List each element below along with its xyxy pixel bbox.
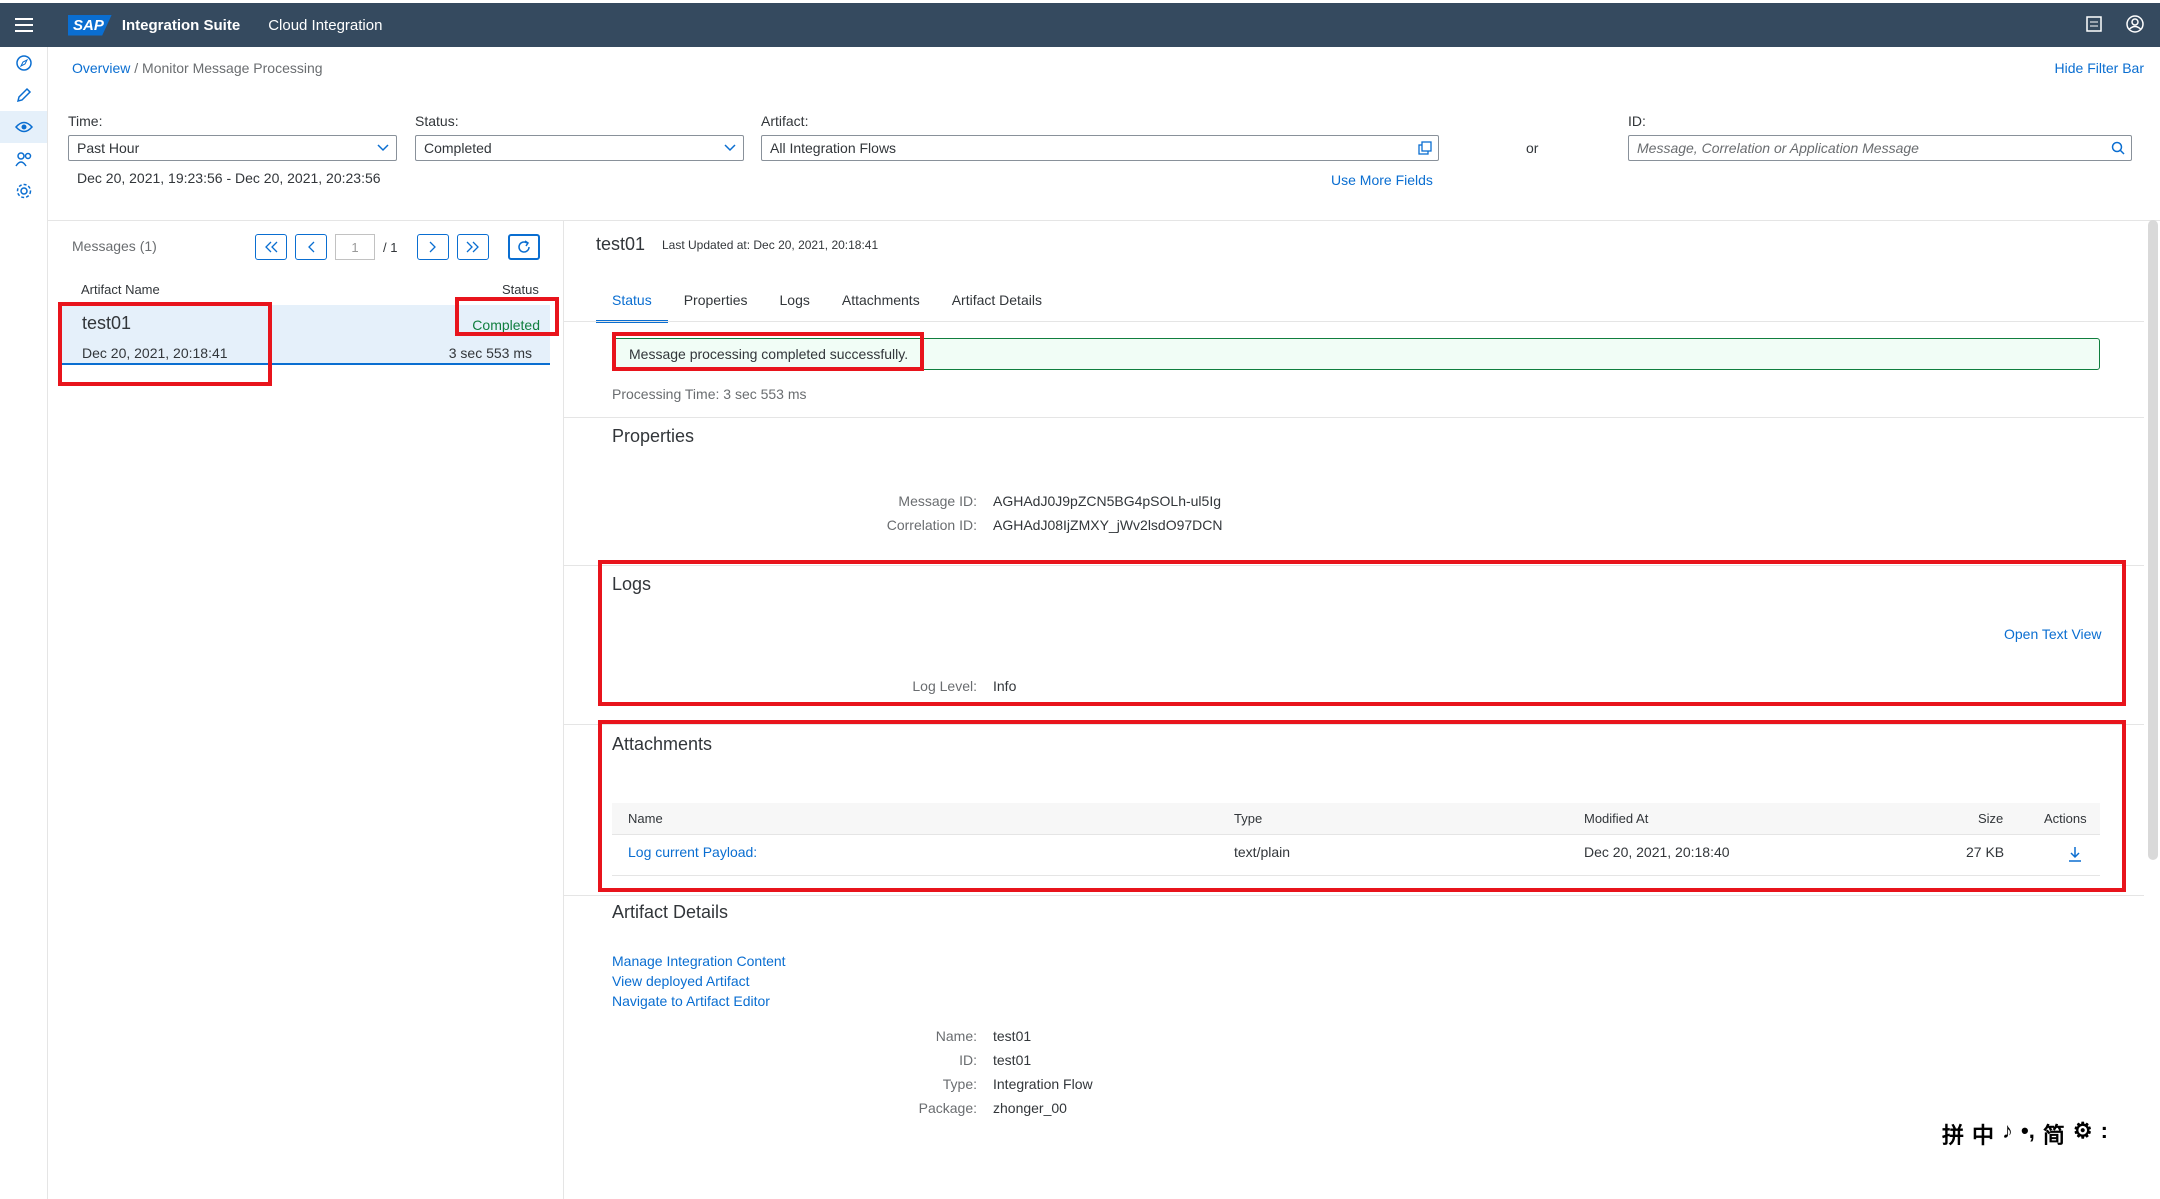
column-artifact-name[interactable]: Artifact Name xyxy=(81,282,160,297)
page-number-input[interactable]: 1 xyxy=(335,234,375,260)
user-avatar-icon[interactable] xyxy=(2126,14,2144,36)
last-page-icon[interactable] xyxy=(457,234,490,260)
artifact-name-value: test01 xyxy=(993,1028,1032,1044)
previous-page-icon[interactable] xyxy=(295,234,327,260)
monitor-eye-icon[interactable] xyxy=(0,111,47,143)
ime-chinese[interactable]: 中 xyxy=(1972,1118,1994,1150)
highlight-box-message xyxy=(612,332,924,371)
list-item-duration: 3 sec 553 ms xyxy=(448,345,532,361)
shell-bar: SAP Integration Suite Cloud Integration xyxy=(0,3,2160,47)
column-status[interactable]: Status xyxy=(502,282,539,297)
ime-pinyin[interactable]: 拼 xyxy=(1942,1118,1964,1150)
feedback-icon[interactable] xyxy=(2086,15,2102,35)
id-label: ID: xyxy=(1628,113,1646,129)
tab-logs[interactable]: Logs xyxy=(764,290,826,323)
discover-icon[interactable] xyxy=(0,47,47,79)
chevron-down-icon xyxy=(370,144,396,152)
highlight-box-list-item xyxy=(58,302,272,386)
chevron-down-icon xyxy=(717,144,743,152)
navigate-artifact-editor-link[interactable]: Navigate to Artifact Editor xyxy=(612,993,770,1009)
detail-title: test01 xyxy=(596,234,646,254)
artifact-select-value: All Integration Flows xyxy=(770,140,897,156)
view-deployed-artifact-link[interactable]: View deployed Artifact xyxy=(612,973,750,989)
status-select-value: Completed xyxy=(424,140,492,156)
artifact-id-value: test01 xyxy=(993,1052,1032,1068)
section-divider xyxy=(564,895,2144,896)
artifact-package-value: zhonger_00 xyxy=(993,1100,1067,1116)
artifact-select[interactable]: All Integration Flows xyxy=(761,135,1439,161)
highlight-box-logs xyxy=(598,560,2126,706)
sap-logo[interactable]: SAP xyxy=(68,14,112,36)
tab-properties[interactable]: Properties xyxy=(668,290,764,323)
messages-count-title: Messages (1) xyxy=(72,238,157,254)
artifact-name-label: Name: xyxy=(935,1028,977,1044)
highlight-box-attachments xyxy=(598,720,2126,892)
processing-time: Processing Time: 3 sec 553 ms xyxy=(612,386,807,402)
time-select-value: Past Hour xyxy=(77,140,140,156)
split-divider[interactable] xyxy=(563,220,564,1199)
use-more-fields-link[interactable]: Use More Fields xyxy=(1331,172,1433,188)
detail-tabs: Status Properties Logs Attachments Artif… xyxy=(596,290,1058,323)
tab-status[interactable]: Status xyxy=(596,290,668,323)
correlation-id-value: AGHAdJ08IjZMXY_jWv2lsdO97DCN xyxy=(993,517,1223,533)
highlight-box-status xyxy=(455,297,559,336)
date-range-text: Dec 20, 2021, 19:23:56 - Dec 20, 2021, 2… xyxy=(77,170,381,186)
properties-title: Properties xyxy=(612,426,695,446)
status-label: Status: xyxy=(415,113,459,129)
tab-underline xyxy=(564,321,2144,322)
refresh-icon[interactable] xyxy=(508,234,540,260)
id-search-placeholder: Message, Correlation or Application Mess… xyxy=(1637,140,1919,156)
message-id-label: Message ID: xyxy=(898,493,977,509)
ime-toolbar: 拼 中 ♪ •, 简 ⚙ : xyxy=(1934,1116,2116,1152)
tab-artifact-details[interactable]: Artifact Details xyxy=(936,290,1058,323)
side-navigation xyxy=(0,47,48,1199)
product-subtitle: Cloud Integration xyxy=(268,16,383,34)
last-updated: Last Updated at: Dec 20, 2021, 20:18:41 xyxy=(662,238,879,252)
correlation-id-label: Correlation ID: xyxy=(886,517,977,533)
breadcrumb-separator: / xyxy=(134,60,139,76)
breadcrumb-current: Monitor Message Processing xyxy=(142,60,323,76)
artifact-id-label: ID: xyxy=(959,1052,977,1068)
ime-simplified[interactable]: 简 xyxy=(2043,1118,2065,1150)
pager: 1 / 1 xyxy=(255,234,490,260)
time-select[interactable]: Past Hour xyxy=(68,135,397,161)
section-divider xyxy=(564,417,2144,418)
filter-divider xyxy=(48,220,2160,221)
menu-icon[interactable] xyxy=(0,18,48,32)
id-search-field[interactable]: Message, Correlation or Application Mess… xyxy=(1628,135,2132,161)
design-pencil-icon[interactable] xyxy=(0,79,47,111)
ime-moon-icon[interactable]: ♪ xyxy=(2002,1118,2013,1150)
ime-more[interactable]: : xyxy=(2101,1118,2108,1150)
ime-settings-icon[interactable]: ⚙ xyxy=(2073,1118,2093,1150)
next-page-icon[interactable] xyxy=(417,234,450,260)
or-separator: or xyxy=(1526,140,1539,156)
tab-attachments[interactable]: Attachments xyxy=(826,290,936,323)
page-total: / 1 xyxy=(383,239,398,255)
breadcrumb-overview-link[interactable]: Overview xyxy=(72,60,130,76)
status-select[interactable]: Completed xyxy=(415,135,744,161)
artifact-type-value: Integration Flow xyxy=(993,1076,1093,1092)
breadcrumb: Overview / Monitor Message Processing xyxy=(72,60,323,76)
time-label: Time: xyxy=(68,113,103,129)
artifact-type-label: Type: xyxy=(942,1076,977,1092)
settings-gear-icon[interactable] xyxy=(0,175,47,207)
ime-punctuation[interactable]: •, xyxy=(2021,1118,2035,1150)
manage-users-icon[interactable] xyxy=(0,143,47,175)
product-title: Integration Suite xyxy=(121,16,241,34)
value-help-icon[interactable] xyxy=(1412,141,1438,155)
artifact-details-title: Artifact Details xyxy=(612,902,729,922)
artifact-label: Artifact: xyxy=(761,113,809,129)
message-id-value: AGHAdJ0J9pZCN5BG4pSOLh-ul5Ig xyxy=(993,493,1221,509)
manage-integration-content-link[interactable]: Manage Integration Content xyxy=(612,953,786,969)
first-page-icon[interactable] xyxy=(255,234,287,260)
hide-filter-bar-link[interactable]: Hide Filter Bar xyxy=(2055,60,2144,76)
search-icon[interactable] xyxy=(2105,141,2131,155)
artifact-package-label: Package: xyxy=(918,1100,977,1116)
vertical-scrollbar[interactable] xyxy=(2148,220,2158,860)
